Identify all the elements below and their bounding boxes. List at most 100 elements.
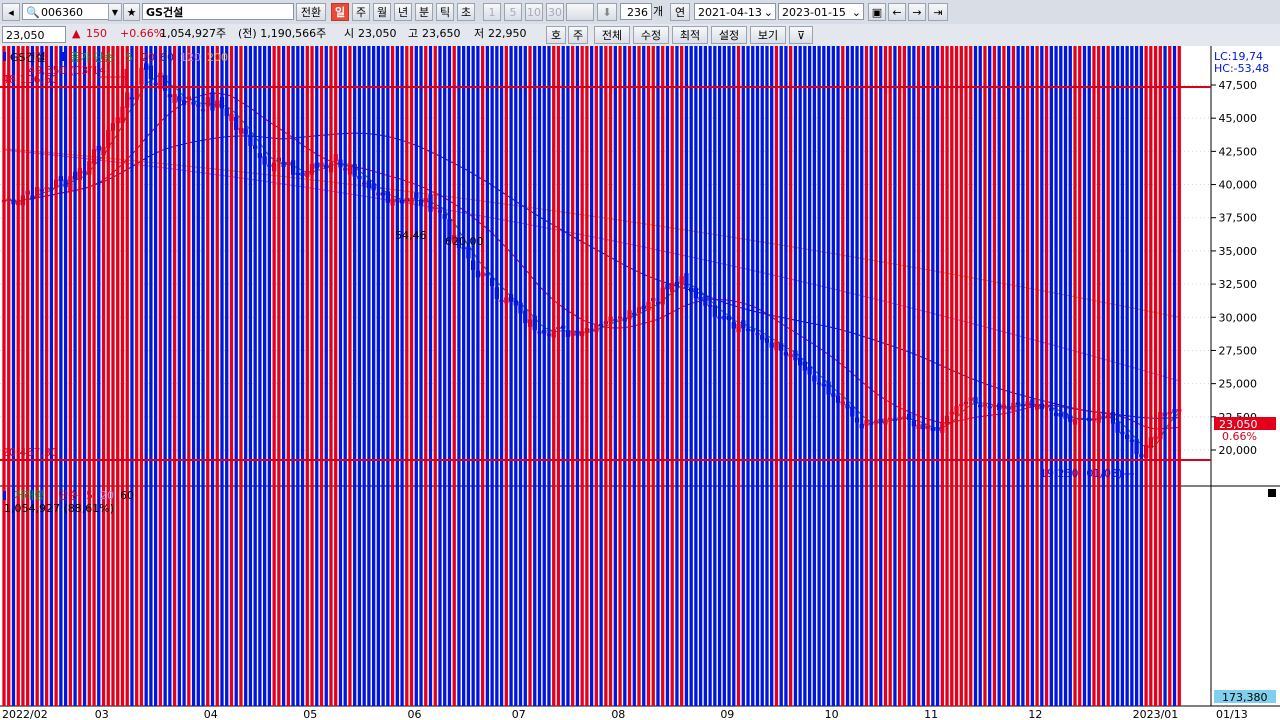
period-button-4[interactable]: 분 [415,3,433,21]
volume-bar [21,46,25,706]
time-label: 04 [204,708,218,720]
count-input[interactable]: 236 [620,3,652,20]
all-button[interactable]: 전체 [594,26,630,44]
chevron-down-icon[interactable]: ▼ [108,3,122,21]
volume-bar [556,46,561,706]
volume-bar [599,46,603,706]
volume-bar [774,46,779,706]
stock-chart[interactable]: 47,500 45,000 42,500 40,000 37,500 35,000 32,5… [0,46,1280,720]
volume-bar [172,46,177,706]
volume-bar [1082,46,1087,706]
mid-annotation-1: 54,46 [395,229,427,242]
volume-bars [2,46,1181,707]
volume-bar [571,46,575,706]
period-button-3[interactable]: 년 [394,3,412,21]
vol-ma5-legend: 5 [86,489,93,502]
volume-bar [770,46,774,706]
interval-custom-button[interactable] [566,3,594,21]
volume-bar [135,46,139,706]
arrow-down-icon[interactable]: ⬇ [597,3,617,21]
period-button-0[interactable]: 일 [331,3,349,21]
volume-bar [940,46,944,706]
volume-bar [97,46,101,706]
date-to-input[interactable]: 2023-01-15 ⌄ [778,3,864,20]
volume-bar [1073,46,1077,706]
volume-bar [665,46,670,706]
menu-icon[interactable]: ◂ [2,3,20,21]
quote-bar: 23,050 ▲ 150 +0.66% 1,054,927주 (전) 1,190… [0,24,1280,47]
volume-bar [281,46,286,706]
volume-bar [1139,46,1144,706]
period-button-5[interactable]: 틱 [436,3,454,21]
volume-bar [950,46,954,706]
volume-bar [438,46,442,706]
view-button[interactable]: 보기 [750,26,786,44]
stock-code-value: 006360 [41,6,83,19]
volume-bar [959,46,963,706]
interval-button-0[interactable]: 1 [483,3,501,21]
volume-bar [485,46,490,706]
legend-marker [3,491,6,500]
interval-button-2[interactable]: 10 [525,3,543,21]
stock-code-input[interactable]: 🔍 006360 [22,3,122,20]
vol-ma60-legend: 60 [120,489,134,502]
date-from-input[interactable]: 2021-04-13 ⌄ [694,3,776,20]
volume-bar [16,46,20,706]
quote-button[interactable]: 호 [546,26,566,44]
volume-bar [277,46,281,706]
volume-bar [495,46,499,706]
volume-bar [964,46,968,706]
volume-bar [561,46,565,706]
period-button-6[interactable]: 초 [457,3,475,21]
prev-icon[interactable]: ← [888,3,906,21]
volume-bar [954,46,959,706]
filter-icon[interactable]: ⊽ [789,26,813,44]
volume-bar [566,46,570,706]
volume-bar [717,46,722,706]
volume-bar [812,46,817,706]
optimize-button[interactable]: 최적 [672,26,708,44]
volume-bar [907,46,911,706]
settings-button[interactable]: 설정 [711,26,747,44]
volume-bar [684,46,689,706]
star-icon[interactable]: ★ [123,3,140,21]
volume-bar [992,46,997,706]
order-button[interactable]: 주 [568,26,588,44]
volume-bar [480,46,485,706]
next-icon[interactable]: → [908,3,926,21]
period-button-2[interactable]: 월 [373,3,391,21]
period-button-1[interactable]: 주 [352,3,370,21]
convert-button[interactable]: 전환 [296,3,326,21]
volume-bar [168,46,172,706]
adjust-button[interactable]: 수정 [633,26,669,44]
volume-bar [201,46,205,706]
volume-bar [111,46,115,706]
legend-marker [62,52,65,61]
volume-bar [390,46,395,706]
volume-bar [433,46,437,706]
range-button[interactable]: 연 [670,3,690,21]
interval-button-3[interactable]: 30 [546,3,564,21]
volume-bar [798,46,802,706]
volume-bar [371,46,376,706]
count-unit-label: 개 [653,5,664,18]
interval-button-1[interactable]: 5 [504,3,522,21]
price-tick-label: 20,000 [1219,444,1258,457]
save-icon[interactable]: ▣ [868,3,886,21]
vol-ma20-legend: 20 [100,489,114,502]
x-right-label: 01/13 [1216,708,1248,720]
panel-close-icon[interactable] [1268,489,1276,497]
volume-bar [632,46,636,706]
volume-bar [49,46,54,706]
high-label: 고 [408,27,419,40]
volume-bar [680,46,684,706]
stock-name-field[interactable]: GS건설 [142,3,294,20]
volume-bar [35,46,39,706]
fast-forward-icon[interactable]: ⇥ [928,3,948,21]
volume-bar [585,46,589,706]
volume-bar [229,46,234,706]
volume-bar [367,46,371,706]
volume-bar [661,46,665,706]
price-tick-label: 40,000 [1219,179,1258,192]
volume-bar [708,46,712,706]
